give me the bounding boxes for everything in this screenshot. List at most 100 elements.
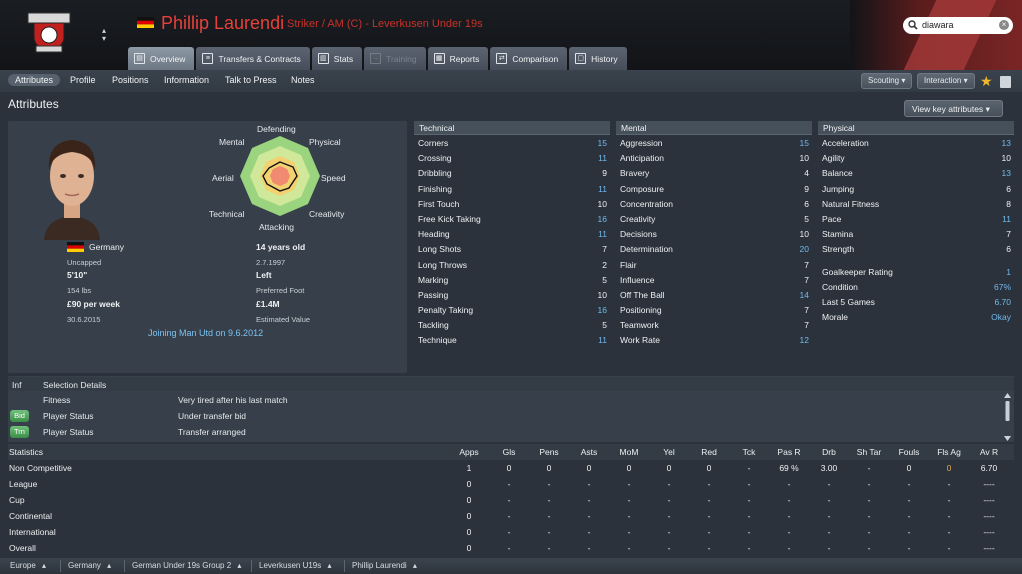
stats-column-header[interactable]: Apps [449,447,489,457]
attribute-row[interactable]: Influence 7 [616,272,812,287]
attribute-row[interactable]: Bravery 4 [616,165,812,180]
attribute-row[interactable]: Dribbling 9 [414,165,610,180]
attribute-row[interactable]: Condition 67% [818,279,1014,294]
attribute-row[interactable]: Morale Okay [818,309,1014,324]
subnav-profile[interactable]: Profile [70,75,96,85]
stats-column-header[interactable]: Asts [569,447,609,457]
attribute-row[interactable]: Balance 13 [818,165,1014,180]
breadcrumb-item[interactable]: Germany ▴ [68,561,111,570]
attribute-row[interactable]: Creativity 5 [616,211,812,226]
attribute-row[interactable]: First Touch 10 [414,196,610,211]
attribute-row[interactable]: Concentration 6 [616,196,812,211]
subnav-notes[interactable]: Notes [291,75,315,85]
breadcrumb-separator [344,560,345,572]
stats-column-header[interactable]: Sh Tar [849,447,889,457]
attribute-row[interactable]: Work Rate 12 [616,332,812,347]
subnav-attributes[interactable]: Attributes [8,74,61,86]
attribute-row[interactable]: Flair 7 [616,257,812,272]
selection-row[interactable]: Fitness Very tired after his last match [8,393,998,409]
attribute-row[interactable]: Off The Ball 14 [616,287,812,302]
selection-row[interactable]: Trn Player Status Transfer arranged [8,425,998,441]
subnav-positions[interactable]: Positions [112,75,149,85]
subnav-talk-to-press[interactable]: Talk to Press [225,75,277,85]
player-switch-arrows[interactable]: ▴ ▾ [99,27,109,47]
stats-column-header[interactable]: Pens [529,447,569,457]
scouting-dropdown[interactable]: Scouting ▾ [861,73,913,89]
attribute-row[interactable]: Finishing 11 [414,181,610,196]
selection-row[interactable]: Bid Player Status Under transfer bid [8,409,998,425]
attribute-row[interactable]: Composure 9 [616,181,812,196]
stats-column-header[interactable]: Av R [969,447,1009,457]
tab-stats[interactable]: ▥ Stats [311,47,363,70]
breadcrumb-separator [60,560,61,572]
attribute-row[interactable]: Jumping 6 [818,181,1014,196]
attribute-row[interactable]: Pace 11 [818,211,1014,226]
club-crest-icon[interactable] [24,10,74,54]
attribute-row[interactable]: Determination 20 [616,241,812,256]
tab-transfers-contracts[interactable]: ≡ Transfers & Contracts [196,47,310,70]
note-icon[interactable] [1000,76,1011,88]
tab-training[interactable]: → Training [364,47,426,70]
breadcrumb-item[interactable]: Phillip Laurendi ▴ [352,561,417,570]
view-key-attributes-button[interactable]: View key attributes ▾ [904,100,1003,117]
attribute-row[interactable]: Last 5 Games 6.70 [818,294,1014,309]
stats-column-header[interactable]: Gls [489,447,529,457]
attribute-row[interactable]: Goalkeeper Rating 1 [818,264,1014,279]
stats-column-header[interactable]: Yel [649,447,689,457]
stats-column-header[interactable]: Fouls [889,447,929,457]
breadcrumb-item[interactable]: Europe ▴ [10,561,46,570]
stats-column-header[interactable]: Pas R [769,447,809,457]
stats-row[interactable]: Cup 0- - - - - - - - - - - - ---- [8,492,1014,508]
stats-row[interactable]: Overall 0- - - - - - - - - - - - ---- [8,540,1014,556]
stats-cell: - [507,479,511,489]
attribute-row[interactable]: Marking 5 [414,272,610,287]
interaction-dropdown[interactable]: Interaction ▾ [917,73,975,89]
stats-cell: - [667,495,671,505]
attribute-row[interactable]: Anticipation 10 [616,150,812,165]
attribute-row[interactable]: Corners 15 [414,135,610,150]
tab-overview[interactable]: ▤ Overview [128,47,195,70]
stats-row[interactable]: League 0- - - - - - - - - - - - ---- [8,476,1014,492]
attribute-row[interactable]: Free Kick Taking 16 [414,211,610,226]
tab-label: Stats [333,53,354,64]
stats-column-header[interactable]: Fls Ag [929,447,969,457]
tab-history[interactable]: ▢ History [569,47,627,70]
breadcrumb-item[interactable]: Leverkusen U19s ▴ [259,561,332,570]
tab-comparison[interactable]: ⇄ Comparison [490,47,568,70]
stats-row[interactable]: International 0- - - - - - - - - - - - ---- [8,524,1014,540]
stats-column-header[interactable]: Tck [729,447,769,457]
attribute-row[interactable]: Tackling 5 [414,317,610,332]
breadcrumb-item[interactable]: German Under 19s Group 2 ▴ [132,561,241,570]
attribute-row[interactable]: Crossing 11 [414,150,610,165]
clear-search-icon[interactable]: × [999,20,1009,30]
attribute-row[interactable]: Aggression 15 [616,135,812,150]
attribute-row[interactable]: Acceleration 13 [818,135,1014,150]
breadcrumb: Europe ▴ Germany ▴ German Under 19s Group … [0,558,1022,574]
attribute-name: Balance [822,168,853,179]
attribute-row[interactable]: Decisions 10 [616,226,812,241]
stats-column-header[interactable]: Red [689,447,729,457]
attribute-row[interactable]: Strength 6 [818,241,1014,256]
selection-scrollbar[interactable] [1004,393,1011,441]
attribute-row[interactable]: Teamwork 7 [616,317,812,332]
search-input[interactable]: diawara × [903,17,1013,34]
attribute-row[interactable]: Agility 10 [818,150,1014,165]
subnav-information[interactable]: Information [164,75,209,85]
stats-row[interactable]: Non Competitive 1 0 0 0 0 0 0 - 69 % 3.00 - 0 0 6.70 [8,460,1014,476]
attribute-row[interactable]: Stamina 7 [818,226,1014,241]
stats-column-header[interactable]: Drb [809,447,849,457]
attribute-row[interactable]: Natural Fitness 8 [818,196,1014,211]
nationality[interactable]: Germany [89,242,124,252]
attribute-row[interactable]: Penalty Taking 16 [414,302,610,317]
attribute-row[interactable]: Long Shots 7 [414,241,610,256]
attribute-row[interactable]: Heading 11 [414,226,610,241]
star-icon[interactable]: ★ [980,73,993,90]
attribute-row[interactable]: Long Throws 2 [414,257,610,272]
attribute-name: Stamina [822,229,854,240]
stats-row[interactable]: Continental 0- - - - - - - - - - - - ---- [8,508,1014,524]
stats-column-header[interactable]: MoM [609,447,649,457]
tab-reports[interactable]: ▦ Reports [427,47,489,70]
attribute-row[interactable]: Technique 11 [414,332,610,347]
attribute-row[interactable]: Passing 10 [414,287,610,302]
attribute-row[interactable]: Positioning 7 [616,302,812,317]
